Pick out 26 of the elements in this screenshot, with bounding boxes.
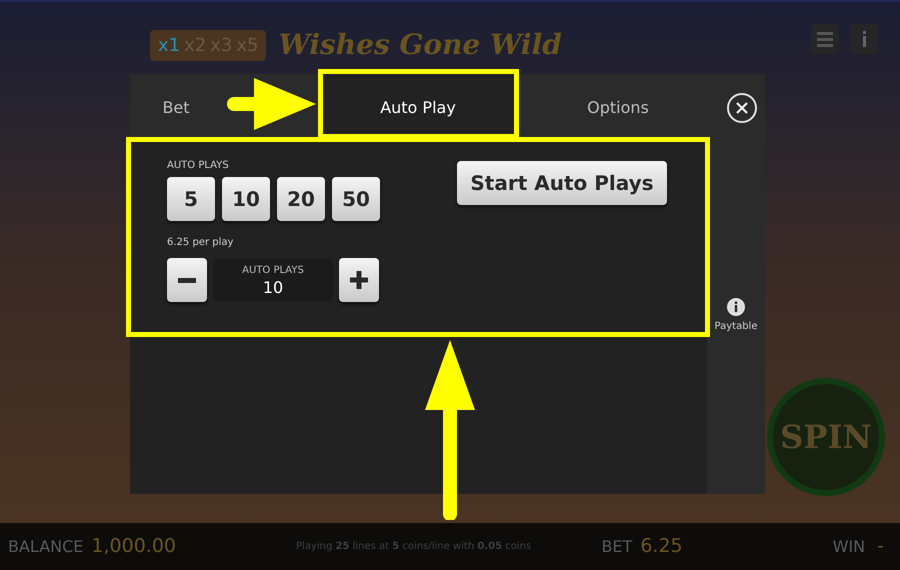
info-icon[interactable] — [726, 297, 746, 317]
tab[interactable]: Bet — [130, 74, 222, 142]
tab[interactable]: Options — [518, 74, 718, 142]
multiplier-label: x1 — [158, 34, 180, 58]
close-icon — [736, 102, 748, 114]
preset-button[interactable]: 10 — [222, 177, 270, 221]
win-value: - — [877, 534, 884, 560]
balance-label: BALANCE — [8, 536, 84, 558]
bet-label: BET — [601, 536, 632, 558]
section-label: AUTO PLAYS — [167, 159, 230, 173]
minus-icon — [178, 278, 196, 282]
win-label: WIN — [832, 536, 866, 558]
plus-button[interactable] — [339, 258, 379, 302]
close-button[interactable] — [726, 93, 756, 123]
preset-button[interactable]: 50 — [332, 177, 380, 221]
balance-value: 1,000.00 — [91, 534, 176, 560]
game-logo: Wishes Gone Wild — [278, 27, 562, 63]
plus-icon — [349, 270, 369, 290]
preset-button[interactable]: 5 — [167, 177, 215, 221]
start-auto-plays-button[interactable]: Start Auto Plays — [457, 161, 667, 205]
minus-button[interactable] — [167, 258, 207, 302]
bet-value: 6.25 — [640, 534, 683, 560]
preset-button[interactable]: 20 — [277, 177, 325, 221]
auto-plays-field[interactable]: AUTO PLAYS 10 — [213, 258, 333, 302]
per-play-label: 6.25 per play — [167, 236, 234, 250]
paytable-label[interactable]: Paytable — [714, 319, 758, 334]
